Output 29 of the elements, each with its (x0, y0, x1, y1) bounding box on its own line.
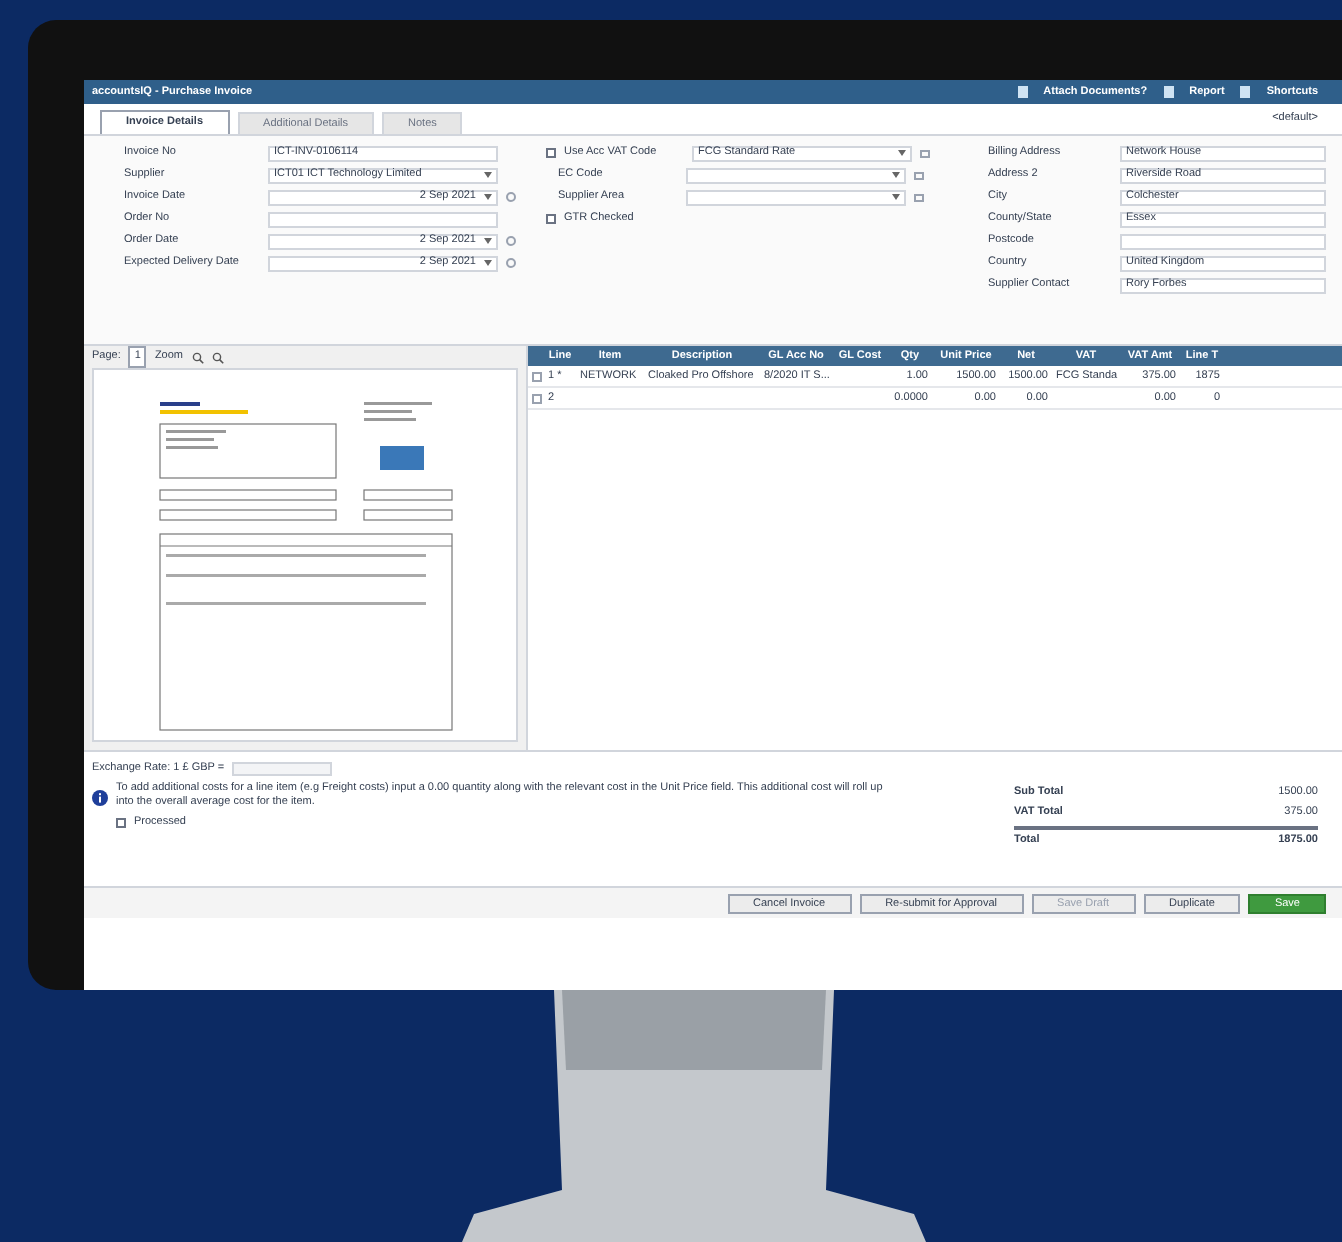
dropdown-caret-icon[interactable] (484, 194, 492, 200)
document-icon[interactable] (1017, 86, 1028, 98)
lookup-icon[interactable] (914, 193, 924, 201)
document-icon[interactable] (1163, 86, 1174, 98)
document-icon[interactable] (1240, 86, 1251, 98)
lookup-icon[interactable] (914, 171, 924, 179)
lookup-icon[interactable] (920, 149, 930, 157)
exchange-rate-field[interactable] (232, 761, 333, 776)
input-field[interactable] (268, 211, 498, 227)
dropdown-caret-icon[interactable] (484, 260, 492, 266)
dropdown-caret-icon[interactable] (484, 172, 492, 178)
clock-icon (506, 236, 516, 246)
clock-icon (506, 258, 516, 268)
dropdown-caret-icon[interactable] (484, 238, 492, 244)
zoom-out-icon[interactable] (211, 351, 223, 363)
zoom-in-icon[interactable] (191, 351, 203, 363)
clock-icon (506, 192, 516, 202)
processed-checkbox[interactable] (116, 817, 126, 828)
checkbox[interactable] (546, 148, 556, 158)
select-field[interactable] (686, 189, 906, 205)
input-field[interactable] (1120, 233, 1326, 249)
select-field[interactable] (686, 167, 906, 183)
info-icon (92, 790, 108, 807)
dropdown-caret-icon[interactable] (892, 194, 900, 200)
dropdown-caret-icon[interactable] (898, 150, 906, 156)
row-checkbox[interactable] (532, 393, 542, 403)
dropdown-caret-icon[interactable] (892, 172, 900, 178)
checkbox[interactable] (546, 214, 556, 224)
row-checkbox[interactable] (532, 371, 542, 381)
